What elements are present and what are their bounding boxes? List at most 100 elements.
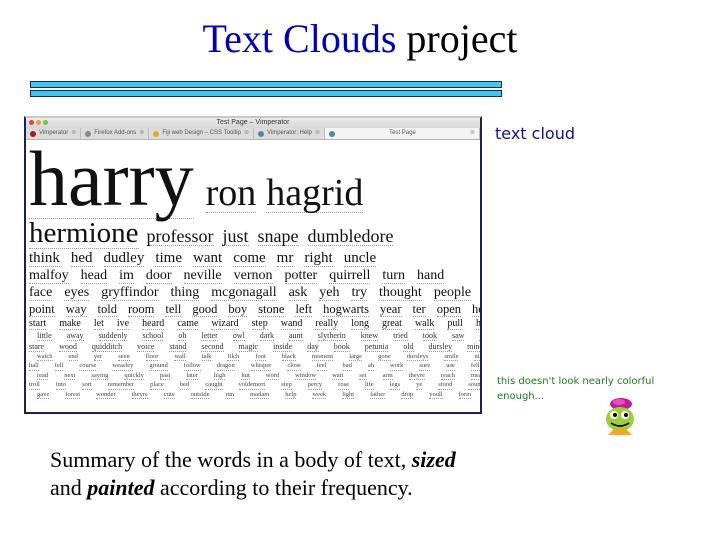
cloud-word[interactable]: hand <box>416 269 445 284</box>
cloud-word[interactable]: vernon <box>233 269 273 284</box>
cloud-word[interactable]: high <box>213 372 226 380</box>
cloud-word[interactable]: bed <box>179 381 190 390</box>
cloud-word[interactable]: bad <box>342 362 352 371</box>
cloud-word[interactable]: help <box>285 391 297 399</box>
cloud-word[interactable]: good <box>192 303 218 317</box>
cloud-word[interactable]: weasley <box>112 362 134 371</box>
cloud-word[interactable]: turn <box>382 269 405 284</box>
cloud-word[interactable]: gryffindor <box>101 286 159 301</box>
cloud-word[interactable]: large <box>349 353 363 361</box>
cloud-word[interactable]: cute <box>163 391 175 399</box>
cloud-word[interactable]: dursley <box>428 342 453 352</box>
close-tab-icon[interactable]: ⊗ <box>244 128 249 139</box>
cloud-word[interactable]: start <box>29 318 47 330</box>
cloud-word[interactable]: use <box>446 362 455 371</box>
cloud-word[interactable]: suddenly <box>98 331 128 341</box>
cloud-word[interactable]: quickly <box>124 372 144 380</box>
cloud-word[interactable]: cloak <box>479 331 480 341</box>
cloud-word[interactable]: point <box>29 303 55 317</box>
cloud-word[interactable]: watch <box>37 353 53 361</box>
cloud-word[interactable]: rose <box>338 381 349 390</box>
cloud-word[interactable]: forest <box>65 391 81 399</box>
cloud-word[interactable]: thing <box>170 286 200 301</box>
cloud-word[interactable]: away <box>66 331 84 341</box>
cloud-word[interactable]: think <box>29 251 60 267</box>
cloud-word[interactable]: dumbledore <box>307 227 394 246</box>
cloud-word[interactable]: youll <box>429 391 443 399</box>
cloud-word[interactable]: smile <box>444 353 459 361</box>
cloud-word[interactable]: hogwarts <box>323 303 369 317</box>
cloud-word[interactable]: whisper <box>250 362 272 371</box>
cloud-word[interactable]: ye <box>416 381 423 390</box>
cloud-word[interactable]: wood <box>59 342 77 352</box>
cloud-word[interactable]: fell <box>54 362 64 371</box>
cloud-word[interactable]: room <box>127 303 155 317</box>
cloud-word[interactable]: uncle <box>343 251 377 267</box>
cloud-word[interactable]: hit <box>475 318 480 330</box>
cloud-word[interactable]: voldemort <box>238 381 266 390</box>
cloud-word[interactable]: reach <box>440 372 455 380</box>
cloud-word[interactable]: hed <box>70 251 93 267</box>
cloud-word[interactable]: step <box>251 318 268 330</box>
cloud-word[interactable]: black <box>281 353 296 361</box>
close-window-icon[interactable] <box>29 120 34 125</box>
cloud-word[interactable]: tell <box>165 303 182 317</box>
cloud-word[interactable]: let <box>93 318 104 330</box>
cloud-word[interactable]: book <box>333 342 350 352</box>
cloud-word[interactable]: set <box>359 372 367 380</box>
cloud-word[interactable]: yer <box>93 353 103 361</box>
cloud-word[interactable]: hagrid <box>266 174 364 213</box>
cloud-word[interactable]: sound <box>468 381 480 390</box>
cloud-word[interactable]: wall <box>174 353 186 361</box>
cloud-word[interactable]: window <box>295 372 317 380</box>
cloud-word[interactable]: past <box>159 372 171 380</box>
cloud-word[interactable]: mind <box>467 342 480 352</box>
cloud-word[interactable]: little <box>37 331 52 341</box>
cloud-word[interactable]: ah <box>367 362 375 371</box>
cloud-word[interactable]: dragon <box>216 362 235 371</box>
cloud-word[interactable]: come <box>233 251 266 267</box>
cloud-word[interactable]: dudley <box>103 251 145 267</box>
cloud-word[interactable]: inside <box>273 342 293 352</box>
cloud-word[interactable]: later <box>186 372 198 380</box>
cloud-word[interactable]: drop <box>401 391 414 399</box>
cloud-word[interactable]: dark <box>259 331 274 341</box>
cloud-word[interactable]: yeh <box>319 286 340 301</box>
cloud-word[interactable]: word <box>265 372 280 380</box>
cloud-word[interactable]: madam <box>250 391 270 399</box>
cloud-word[interactable]: right <box>304 251 333 267</box>
cloud-word[interactable]: told <box>97 303 117 317</box>
cloud-word[interactable]: mcgonagall <box>211 286 277 301</box>
cloud-word[interactable]: step <box>281 381 292 390</box>
close-tab-icon[interactable]: ⊗ <box>315 128 320 139</box>
cloud-word[interactable]: next <box>64 372 76 380</box>
cloud-word[interactable]: came <box>177 318 199 330</box>
cloud-word[interactable]: just <box>222 227 249 246</box>
cloud-word[interactable]: house <box>472 303 480 317</box>
cloud-word[interactable]: want <box>193 251 223 267</box>
cloud-word[interactable]: aunt <box>289 331 303 341</box>
cloud-word[interactable]: floor <box>145 353 159 361</box>
cloud-word[interactable]: wand <box>280 318 303 330</box>
cloud-word[interactable]: wonder <box>96 391 116 399</box>
zoom-window-icon[interactable] <box>43 120 48 125</box>
cloud-word[interactable]: theyre <box>408 372 425 380</box>
cloud-word[interactable]: wizard <box>211 318 239 330</box>
cloud-word[interactable]: course <box>79 362 97 371</box>
cloud-word[interactable]: head <box>80 269 108 284</box>
tab-vimperator-help[interactable]: Vimperator: Help ⊗ <box>254 128 325 139</box>
cloud-word[interactable]: letter <box>201 331 218 341</box>
cloud-word[interactable]: seen <box>118 353 130 361</box>
cloud-word[interactable]: legs <box>389 381 401 390</box>
cloud-word[interactable]: professor <box>146 227 214 246</box>
cloud-word[interactable]: neville <box>183 269 222 284</box>
cloud-word[interactable]: hut <box>241 372 250 380</box>
cloud-word[interactable]: eyes <box>64 286 90 301</box>
cloud-word[interactable]: left <box>295 303 313 317</box>
cloud-word[interactable]: ter <box>412 303 426 317</box>
cloud-word[interactable]: moment <box>311 353 334 361</box>
cloud-word[interactable]: people <box>433 286 472 301</box>
tab-test-page[interactable]: Test Page ⊗ <box>324 128 480 139</box>
cloud-word[interactable]: quirrell <box>329 269 371 284</box>
cloud-word[interactable]: troll <box>29 381 40 390</box>
